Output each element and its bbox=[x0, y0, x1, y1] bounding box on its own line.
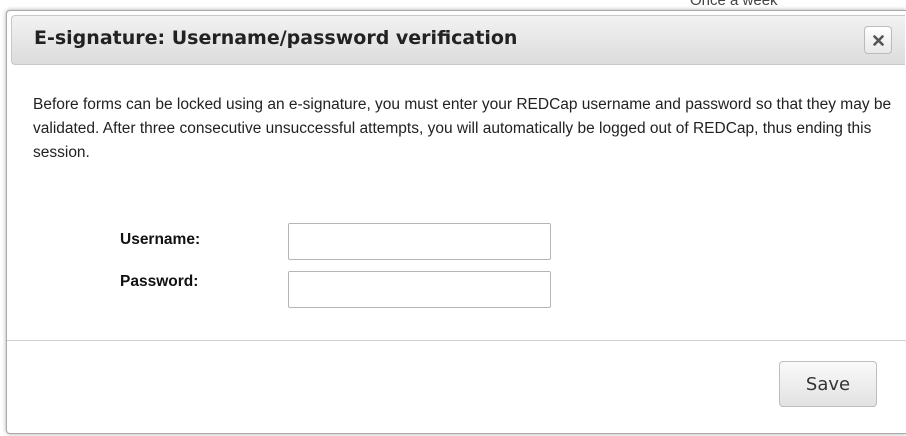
background-text: Once a week bbox=[690, 0, 778, 9]
esignature-dialog: E-signature: Username/password verificat… bbox=[6, 10, 906, 434]
dialog-message: Before forms can be locked using an e-si… bbox=[33, 96, 892, 161]
dialog-divider bbox=[7, 340, 906, 341]
password-input[interactable] bbox=[288, 271, 551, 308]
save-button[interactable]: Save bbox=[779, 361, 877, 407]
dialog-titlebar[interactable]: E-signature: Username/password verificat… bbox=[11, 15, 905, 65]
username-label: Username: bbox=[120, 231, 201, 248]
close-button[interactable] bbox=[864, 26, 892, 54]
dialog-title: E-signature: Username/password verificat… bbox=[34, 27, 518, 49]
close-x-icon bbox=[873, 35, 884, 46]
username-input[interactable] bbox=[288, 223, 551, 260]
password-label: Password: bbox=[120, 273, 199, 290]
